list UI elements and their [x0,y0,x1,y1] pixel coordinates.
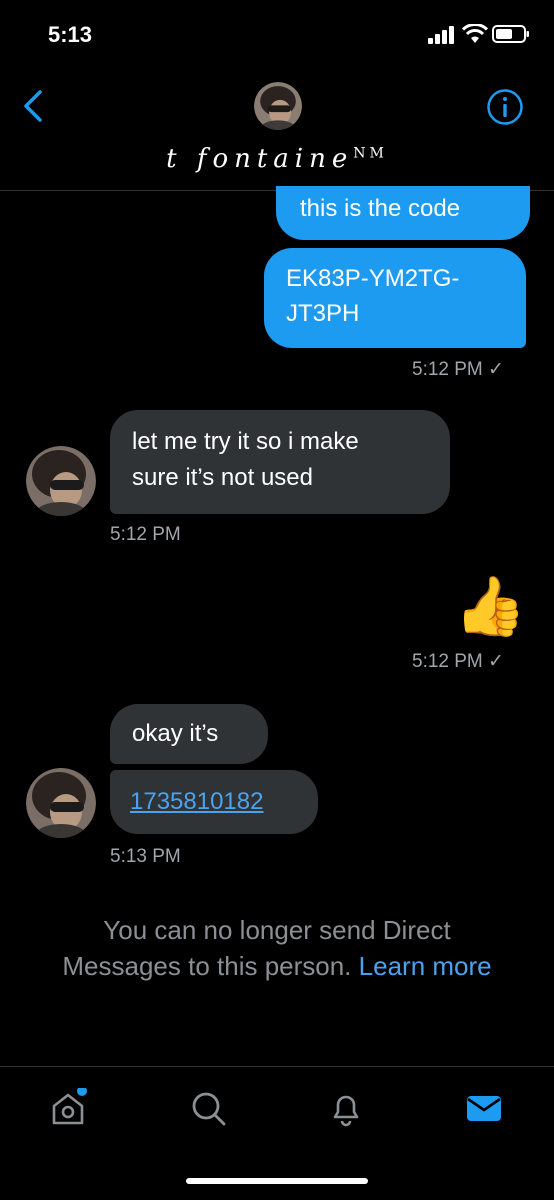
messages-icon[interactable] [464,1088,504,1128]
notice-text: Messages to this person. [62,951,352,981]
message-timestamp: 5:12 PM [110,524,181,545]
message-text: sure it’s not used [132,464,313,491]
notifications-icon[interactable] [326,1088,366,1128]
cellular-signal-icon [428,26,454,44]
outgoing-message[interactable]: this is the code [276,186,530,240]
message-timestamp: 5:12 PM ✓ [412,651,504,672]
message-timestamp: 5:13 PM [110,846,181,867]
contact-name-text: t fontaine [166,144,354,174]
wifi-icon [462,24,488,43]
search-icon[interactable] [188,1088,228,1128]
bottom-nav-divider [0,1066,554,1067]
incoming-message[interactable]: let me try it so i make sure it’s not us… [110,410,450,514]
outgoing-message[interactable]: EK83P-YM2TG- JT3PH [264,248,526,348]
contact-name-suffix: NM [353,145,388,162]
battery-icon [492,25,529,43]
message-text: EK83P-YM2TG- [286,265,460,292]
message-text: let me try it so i make [132,428,359,455]
contact-avatar[interactable] [26,446,96,516]
message-text: this is the code [300,195,461,222]
notice-text: You can no longer send Direct [103,915,451,945]
incoming-message[interactable]: okay it’s [110,704,268,764]
home-icon[interactable] [48,1088,88,1128]
thumbs-up-emoji[interactable]: 👍 [454,574,526,638]
dm-disabled-notice: You can no longer send Direct Messages t… [0,912,554,984]
contact-avatar[interactable] [26,768,96,838]
message-text: okay it’s [132,720,219,747]
chevron-left-icon[interactable] [18,88,48,124]
message-timestamp: 5:12 PM ✓ [412,359,504,380]
home-indicator [186,1178,368,1184]
message-text: JT3PH [286,300,360,327]
status-time: 5:13 [48,22,93,47]
info-icon[interactable] [486,88,524,126]
contact-avatar[interactable] [254,82,302,130]
contact-name[interactable]: t fontaineNM [0,144,554,174]
learn-more-link[interactable]: Learn more [359,951,492,981]
incoming-message[interactable]: 1735810182 [110,770,318,834]
message-link[interactable]: 1735810182 [130,788,263,815]
